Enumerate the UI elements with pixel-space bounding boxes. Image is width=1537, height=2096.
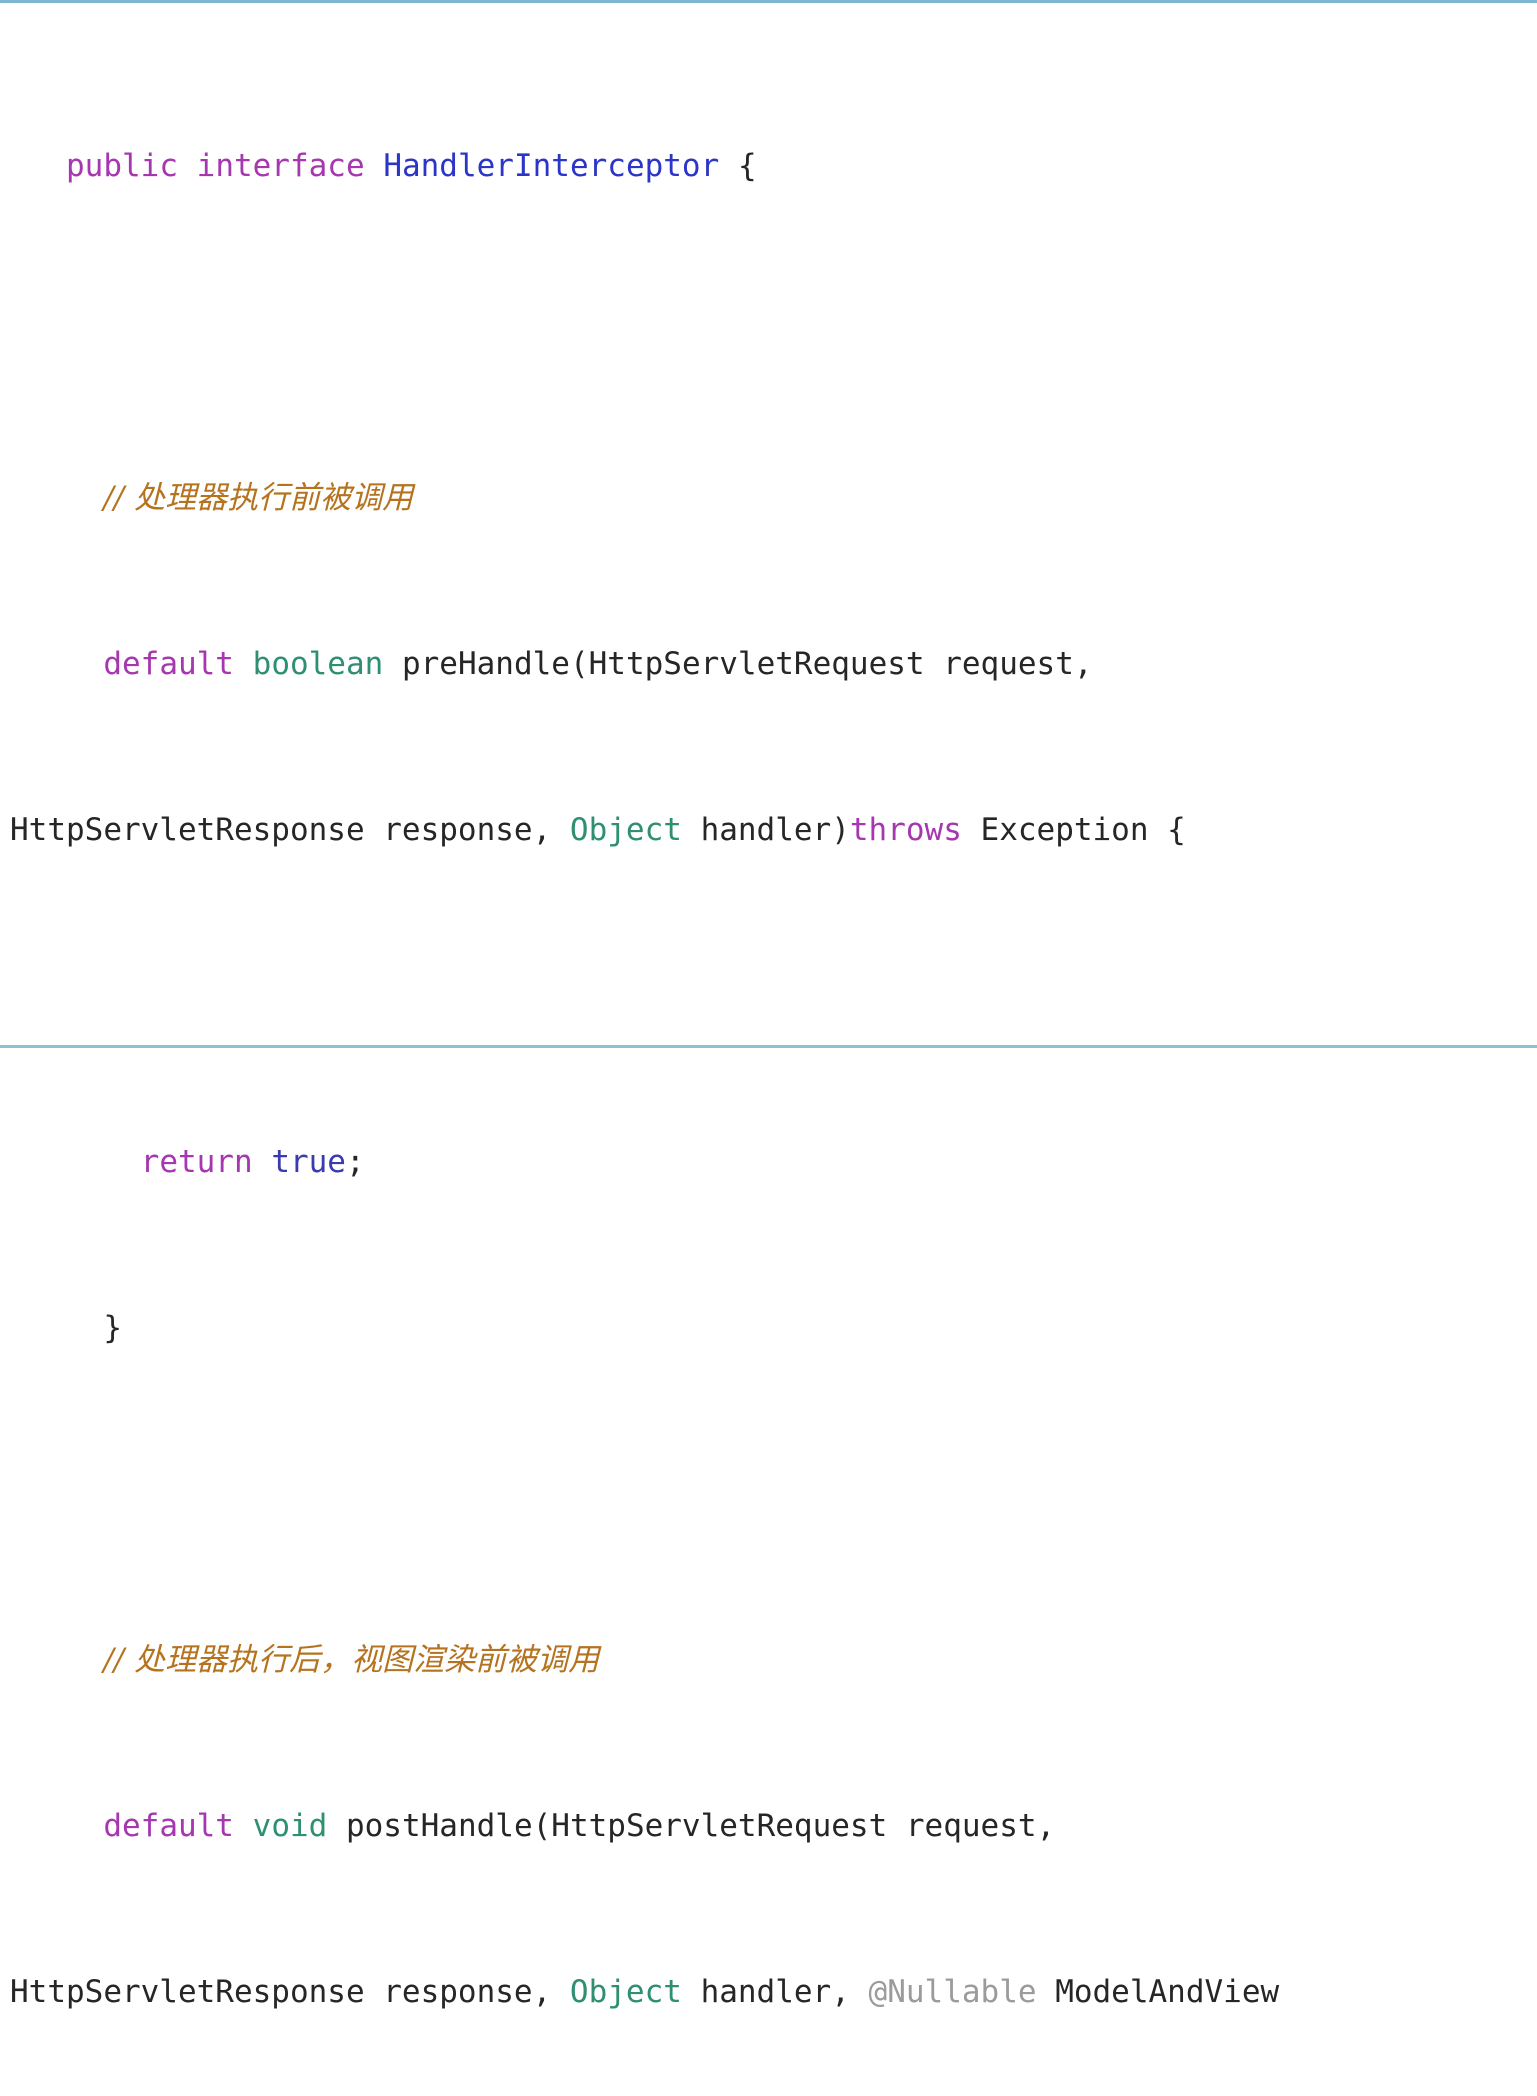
code-line-comment-prehandle: // 处理器执行前被调用 — [10, 478, 1537, 520]
type-modelandview: ModelAndView — [1036, 1973, 1280, 2010]
param-response: HttpServletResponse response, — [10, 1973, 570, 2010]
keyword-interface: interface — [196, 147, 365, 184]
code-content[interactable]: public interface HandlerInterceptor { //… — [0, 21, 1537, 2096]
method-prehandle-params: preHandle(HttpServletRequest request, — [401, 645, 1093, 682]
code-line-close-prehandle: } — [10, 1308, 1537, 1350]
code-line-prehandle-signature: default boolean preHandle(HttpServletReq… — [10, 644, 1537, 686]
comment-prehandle: // 处理器执行前被调用 — [103, 479, 414, 516]
code-line-return-true: return true; — [10, 1142, 1537, 1184]
keyword-throws: throws — [849, 811, 962, 848]
keyword-public: public — [66, 147, 178, 184]
keyword-default: default — [103, 1807, 234, 1844]
literal-true: true — [271, 1143, 346, 1180]
code-line-posthandle-signature: default void postHandle(HttpServletReque… — [10, 1806, 1537, 1848]
exception-clause: Exception { — [961, 811, 1186, 848]
param-handler: handler) — [681, 811, 850, 848]
param-handler: handler, — [681, 1973, 869, 2010]
code-line-prehandle-continuation: HttpServletResponse response, Object han… — [10, 810, 1537, 852]
code-snippet-panel: public interface HandlerInterceptor { //… — [0, 0, 1537, 2010]
type-object: Object — [569, 811, 682, 848]
type-object: Object — [569, 1973, 682, 2010]
semicolon: ; — [345, 1143, 365, 1180]
param-response: HttpServletResponse response, — [10, 811, 570, 848]
code-line-posthandle-continuation: HttpServletResponse response, Object han… — [10, 1972, 1537, 2014]
type-void: void — [252, 1807, 328, 1844]
code-line-comment-posthandle: // 处理器执行后，视图渲染前被调用 — [10, 1640, 1537, 1682]
annotation-nullable: @Nullable — [868, 1973, 1037, 2010]
code-line-interface-declaration: public interface HandlerInterceptor { — [10, 146, 1537, 188]
keyword-default: default — [103, 645, 234, 682]
class-name-handlerinterceptor: HandlerInterceptor — [383, 147, 720, 184]
method-posthandle-params: postHandle(HttpServletRequest request, — [345, 1807, 1056, 1844]
type-boolean: boolean — [252, 645, 384, 682]
comment-posthandle: // 处理器执行后，视图渲染前被调用 — [103, 1641, 600, 1678]
close-brace-prehandle: } — [103, 1309, 122, 1346]
keyword-return: return — [140, 1143, 253, 1180]
open-brace: { — [737, 147, 757, 184]
